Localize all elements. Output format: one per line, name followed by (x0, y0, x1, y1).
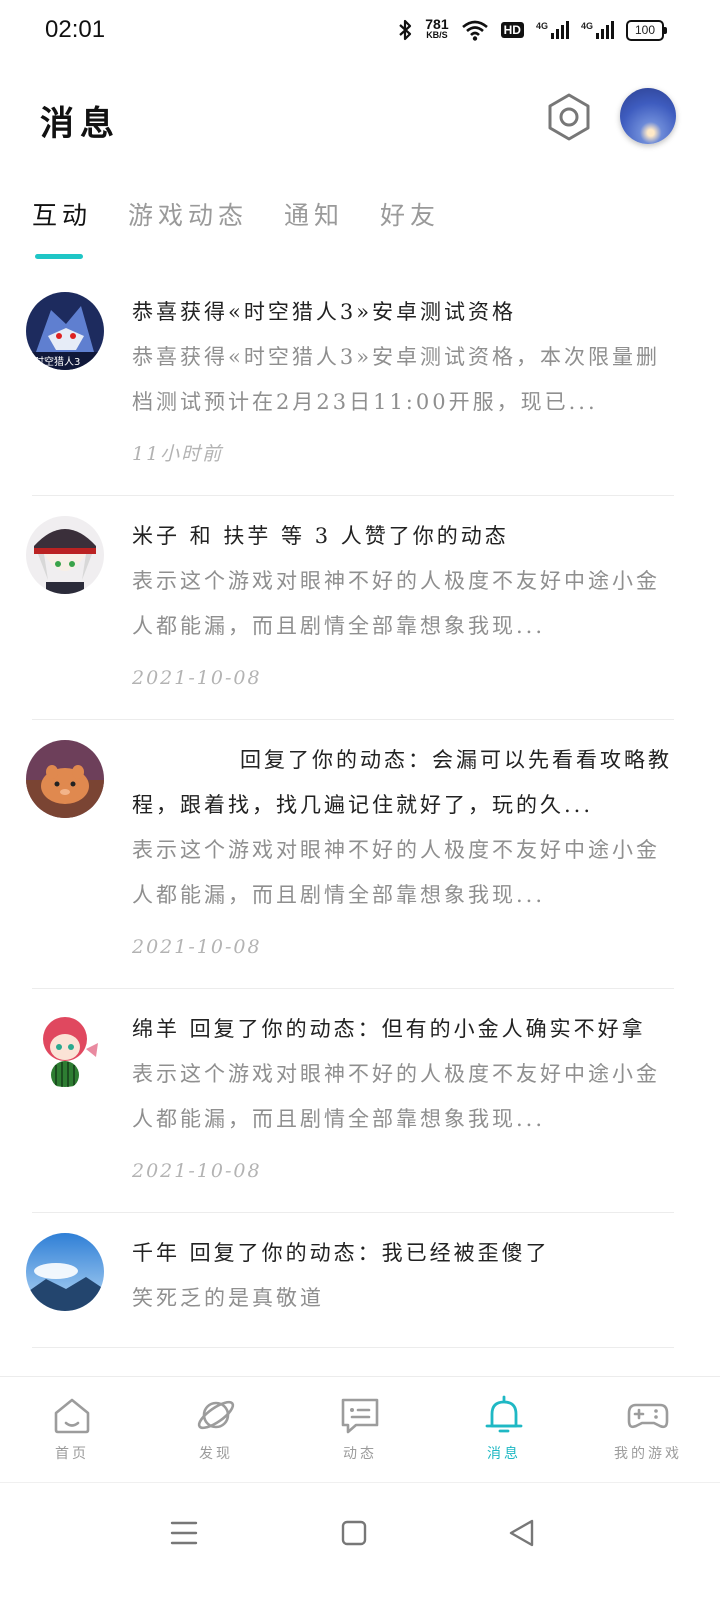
message-item[interactable]: 时空猎人3 恭喜获得«时空猎人3»安卓测试资格 恭喜获得«时空猎人3»安卓测试资… (26, 272, 674, 496)
nav-discover[interactable]: 发现 (144, 1377, 288, 1483)
gamepad-icon (627, 1403, 669, 1429)
home-square-icon[interactable] (334, 1513, 374, 1553)
tab-notifications[interactable]: 通知 (284, 196, 344, 266)
settings-button[interactable] (544, 92, 594, 142)
user-avatar[interactable] (620, 88, 676, 144)
tab-bar: 互动 游戏动态 通知 好友 (32, 196, 476, 266)
hd-icon: HD (500, 22, 524, 38)
tab-game-updates[interactable]: 游戏动态 (128, 196, 248, 266)
bell-icon (485, 1395, 523, 1433)
message-title: 千年 回复了你的动态：我已经被歪傻了 (132, 1241, 550, 1265)
message-title: 回复了你的动态：会漏可以先看看攻略教程，跟着找，找几遍记住就好了，玩的久... (132, 738, 674, 828)
chat-icon (341, 1398, 379, 1434)
nav-my-games[interactable]: 我的游戏 (576, 1377, 720, 1483)
planet-icon (197, 1400, 235, 1430)
message-body: 表示这个游戏对眼神不好的人极度不友好中途小金人都能漏，而且剧情全部靠想象我现..… (132, 1062, 660, 1131)
avatar[interactable]: 时空猎人3 (26, 292, 104, 370)
message-item[interactable]: 回复了你的动态：会漏可以先看看攻略教程，跟着找，找几遍记住就好了，玩的久... … (26, 720, 674, 989)
message-title: 恭喜获得«时空猎人3»安卓测试资格 (132, 300, 517, 324)
tab-friends[interactable]: 好友 (380, 196, 440, 266)
battery-icon: 100 (626, 19, 667, 41)
nav-label: 发现 (199, 1446, 233, 1462)
message-title: 绵羊 回复了你的动态：但有的小金人确实不好拿 (132, 1017, 646, 1041)
nav-feed[interactable]: 动态 (288, 1377, 432, 1483)
nav-messages[interactable]: 消息 (432, 1377, 576, 1483)
message-time: 2021-10-08 (132, 936, 262, 958)
wifi-icon (461, 20, 488, 41)
status-icons: 781 KB/S HD 4G 4G 100 (397, 16, 667, 42)
hexagon-settings-icon (548, 93, 590, 141)
message-body: 表示这个游戏对眼神不好的人极度不友好中途小金人都能漏，而且剧情全部靠想象我现..… (132, 569, 660, 638)
avatar[interactable] (26, 1009, 104, 1087)
nav-label: 动态 (343, 1446, 377, 1462)
signal-icon-2: 4G (581, 21, 614, 39)
message-body: 恭喜获得«时空猎人3»安卓测试资格，本次限量删档测试预计在2月23日11:00开… (132, 345, 661, 414)
message-time: 2021-10-08 (132, 667, 262, 689)
message-body: 笑死乏的是真敬道 (132, 1286, 324, 1310)
nav-label: 消息 (487, 1446, 521, 1462)
nav-label: 首页 (55, 1446, 89, 1462)
message-item[interactable]: 千年 回复了你的动态：我已经被歪傻了 笑死乏的是真敬道 (26, 1213, 674, 1348)
message-title: 米子 和 扶芋 等 3 人赞了你的动态 (132, 524, 509, 548)
page-title: 消息 (40, 104, 120, 144)
net-speed: 781 KB/S (425, 16, 449, 40)
avatar[interactable] (26, 1233, 104, 1311)
nav-home[interactable]: 首页 (0, 1377, 144, 1483)
avatar[interactable] (26, 516, 104, 594)
status-bar: 02:01 781 KB/S HD 4G 4G 100 (0, 0, 720, 64)
message-item[interactable]: 绵羊 回复了你的动态：但有的小金人确实不好拿 表示这个游戏对眼神不好的人极度不友… (26, 989, 674, 1213)
avatar[interactable] (26, 740, 104, 818)
menu-icon[interactable] (164, 1513, 204, 1553)
status-time: 02:01 (45, 16, 106, 43)
svg-text:时空猎人3: 时空猎人3 (34, 355, 80, 368)
home-icon (54, 1398, 90, 1434)
message-item[interactable]: 米子 和 扶芋 等 3 人赞了你的动态 表示这个游戏对眼神不好的人极度不友好中途… (26, 496, 674, 720)
system-nav-bar (0, 1482, 720, 1601)
message-title-text: 回复了你的动态：会漏可以先看看攻略教程，跟着找，找几遍记住就好了，玩的久... (132, 748, 672, 817)
nav-label: 我的游戏 (614, 1446, 682, 1462)
message-time: 11小时前 (132, 443, 224, 465)
signal-icon: 4G (536, 21, 569, 39)
active-tab-indicator (35, 254, 83, 259)
back-icon[interactable] (502, 1513, 542, 1553)
message-list[interactable]: 时空猎人3 恭喜获得«时空猎人3»安卓测试资格 恭喜获得«时空猎人3»安卓测试资… (0, 272, 720, 1376)
bottom-nav: 首页 发现 动态 消息 我的游戏 (0, 1376, 720, 1483)
message-body: 表示这个游戏对眼神不好的人极度不友好中途小金人都能漏，而且剧情全部靠想象我现..… (132, 838, 660, 907)
message-time: 2021-10-08 (132, 1160, 262, 1182)
bluetooth-icon (399, 19, 412, 41)
